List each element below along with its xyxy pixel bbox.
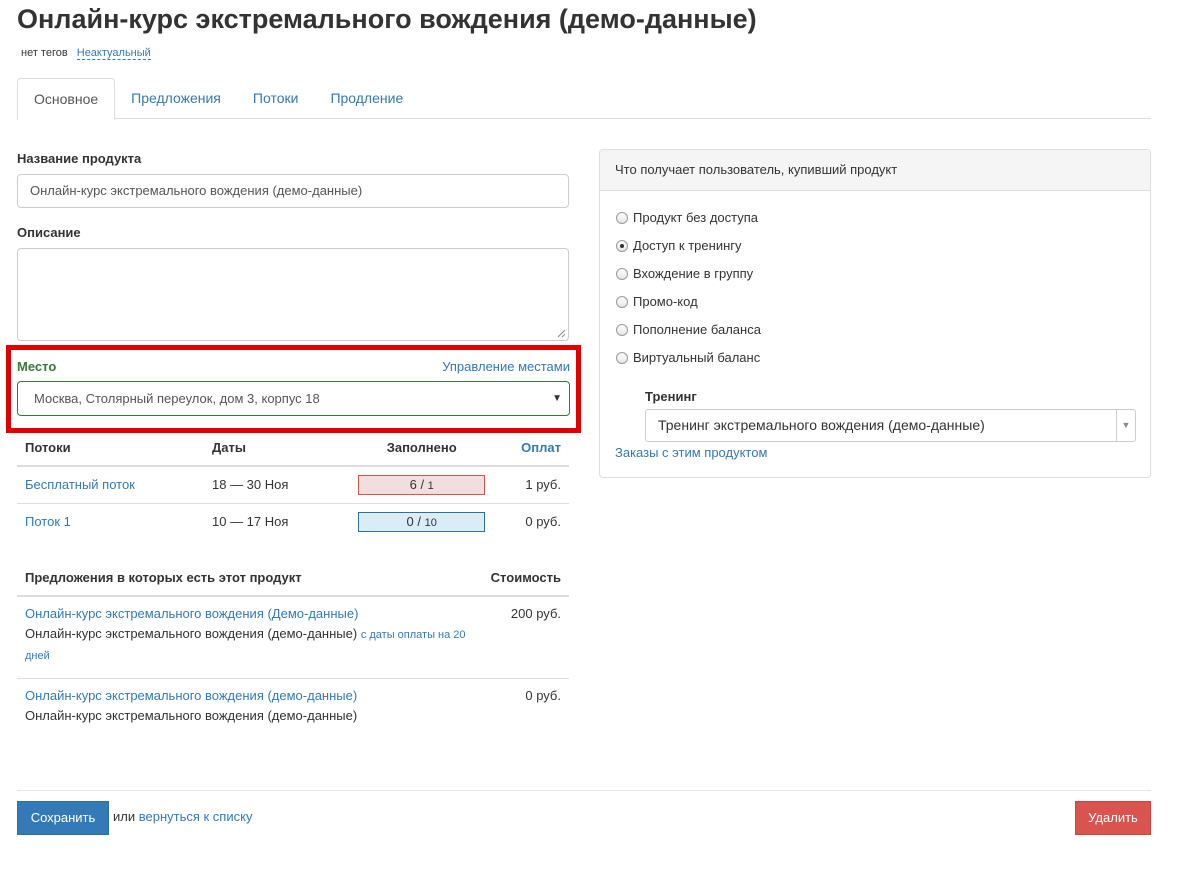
back-to-list-link[interactable]: вернуться к списку (139, 809, 253, 824)
offers-header-title: Предложения в которых есть этот продукт (17, 560, 483, 597)
offer-price: 200 руб. (482, 595, 569, 679)
radio-icon[interactable] (616, 211, 628, 224)
offer-price: 0 руб. (482, 678, 569, 738)
access-panel: Что получает пользователь, купивший прод… (599, 149, 1151, 478)
offers-table: Предложения в которых есть этот продукт … (17, 560, 569, 738)
radio-virtual-balance[interactable]: Виртуальный баланс (616, 350, 760, 365)
flow-pay: 1 руб. (504, 465, 569, 503)
training-select[interactable]: Тренинг экстремального вождения (демо-да… (645, 409, 1136, 442)
offer-product: Онлайн-курс экстремального вождения (дем… (25, 626, 358, 641)
place-select[interactable]: Москва, Столярный переулок, дом 3, корпу… (17, 381, 570, 416)
status-link[interactable]: Неактуальный (76, 47, 151, 60)
radio-training-access[interactable]: Доступ к тренингу (616, 238, 742, 253)
flows-header-name: Потоки (17, 430, 204, 467)
flows-table: Потоки Даты Заполнено Оплат Бесплатный п… (17, 430, 569, 540)
place-label: Место (17, 359, 57, 374)
fill-bar: 6 / 1 (358, 474, 486, 495)
orders-link[interactable]: Заказы с этим продуктом (615, 445, 767, 460)
tab-renewal[interactable]: Продление (314, 78, 419, 119)
page-title: Онлайн-курс экстремального вождения (дем… (17, 4, 757, 34)
caret-down-icon[interactable]: ▼ (1116, 410, 1135, 441)
resize-handle-icon[interactable] (557, 329, 566, 338)
caret-down-icon: ▼ (552, 393, 562, 404)
flow-link[interactable]: Поток 1 (25, 514, 71, 529)
table-row: Онлайн-курс экстремального вождения (Дем… (17, 595, 569, 679)
table-row: Онлайн-курс экстремального вождения (дем… (17, 678, 569, 738)
radio-icon[interactable] (616, 323, 628, 336)
radio-icon[interactable] (616, 267, 628, 280)
flows-header-filled: Заполнено (339, 430, 505, 467)
flow-pay: 0 руб. (504, 502, 569, 540)
delete-button[interactable]: Удалить (1075, 801, 1151, 835)
tab-offers[interactable]: Предложения (115, 78, 237, 119)
flows-header-dates: Даты (204, 430, 339, 467)
radio-promo-code[interactable]: Промо-код (616, 294, 698, 309)
product-name-input[interactable]: Онлайн-курс экстремального вождения (дем… (17, 174, 569, 208)
place-highlight-box: Место Управление местами Москва, Столярн… (6, 345, 581, 433)
flow-dates: 10 — 17 Ноя (204, 502, 339, 540)
radio-group-join[interactable]: Вхождение в группу (616, 266, 753, 281)
footer-divider (17, 790, 1151, 791)
flows-header-pay[interactable]: Оплат (504, 430, 569, 467)
radio-no-access[interactable]: Продукт без доступа (616, 210, 758, 225)
radio-icon[interactable] (616, 351, 628, 364)
fill-bar: 0 / 10 (358, 511, 486, 532)
tab-main[interactable]: Основное (17, 78, 116, 120)
manage-places-link[interactable]: Управление местами (442, 359, 570, 374)
radio-checked-icon[interactable] (616, 239, 628, 252)
table-row: Поток 1 10 — 17 Ноя 0 / 10 0 руб. (17, 502, 569, 540)
description-label: Описание (17, 225, 81, 240)
radio-icon[interactable] (616, 295, 628, 308)
panel-heading: Что получает пользователь, купивший прод… (600, 150, 1150, 191)
offer-link[interactable]: Онлайн-курс экстремального вождения (Дем… (25, 606, 358, 621)
offers-header-price: Стоимость (482, 560, 569, 597)
description-textarea[interactable] (17, 248, 569, 341)
radio-balance-topup[interactable]: Пополнение баланса (616, 322, 761, 337)
tab-bar: Основное Предложения Потоки Продление (17, 78, 1151, 120)
table-row: Бесплатный поток 18 — 30 Ноя 6 / 1 1 руб… (17, 465, 569, 503)
offer-product: Онлайн-курс экстремального вождения (дем… (25, 708, 358, 723)
offer-link[interactable]: Онлайн-курс экстремального вождения (дем… (25, 688, 357, 703)
tags-text: нет тегов (21, 47, 68, 59)
training-label: Тренинг (645, 389, 697, 404)
product-name-label: Название продукта (17, 151, 142, 166)
meta-line: нет тегов Неактуальный (21, 47, 151, 60)
tab-flows[interactable]: Потоки (237, 78, 315, 119)
flow-dates: 18 — 30 Ноя (204, 465, 339, 503)
flow-link[interactable]: Бесплатный поток (25, 477, 135, 492)
save-button[interactable]: Сохранить (17, 801, 109, 835)
back-text: или вернуться к списку (113, 809, 253, 824)
